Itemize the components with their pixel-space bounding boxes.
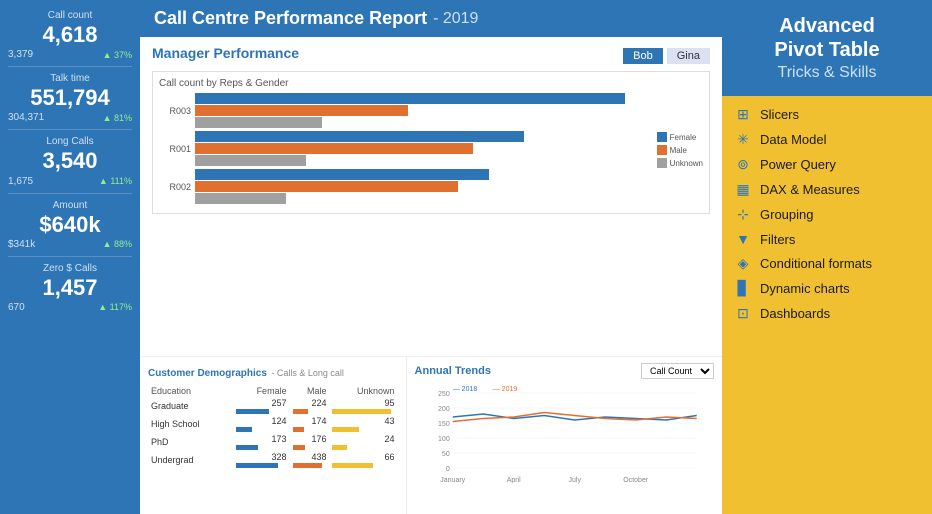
bar-legend: Female Male Unknown <box>657 93 703 207</box>
annual-trends-section: Annual Trends Call Count 0 50 100 150 200 250… <box>407 357 722 514</box>
left-sidebar: Call count 4,618 3,379 ▲ 37% Talk time 5… <box>0 0 140 514</box>
manager-buttons: Bob Gina <box>623 48 710 64</box>
svg-text:October: October <box>623 477 649 484</box>
right-header: AdvancedPivot Table Tricks & Skills <box>722 0 932 96</box>
manager-performance: Manager Performance Bob Gina Call count … <box>140 37 722 356</box>
right-item-label: Dashboards <box>760 306 830 321</box>
bar-row: R003 <box>159 93 651 128</box>
metric-sub: 1,675 ▲ 111% <box>8 176 132 187</box>
chart-label: Call count by Reps & Gender <box>159 78 703 89</box>
report-subtitle: - 2019 <box>433 10 478 28</box>
svg-text:150: 150 <box>438 421 450 428</box>
svg-text:100: 100 <box>438 436 450 443</box>
right-panel-item[interactable]: ⊚ Power Query <box>734 156 920 173</box>
metric-card: Amount $640k $341k ▲ 88% <box>8 200 132 257</box>
right-item-icon: ✳ <box>734 131 752 148</box>
svg-text:200: 200 <box>438 406 450 413</box>
right-item-icon: ⊚ <box>734 156 752 173</box>
demographics-table: EducationFemaleMaleUnknownGraduate257224… <box>148 385 398 469</box>
demo-row: Undergrad32843866 <box>148 451 398 469</box>
right-panel-item[interactable]: ▼ Filters <box>734 231 920 247</box>
demographics-header: Customer Demographics - Calls & Long cal… <box>148 363 398 381</box>
right-panel-item[interactable]: ◈ Conditional formats <box>734 255 920 272</box>
metric-label: Call count <box>8 10 132 21</box>
metric-value: 551,794 <box>8 86 132 110</box>
metric-card: Zero $ Calls 1,457 670 ▲ 117% <box>8 263 132 319</box>
main-area: Manager Performance Bob Gina Call count … <box>140 37 722 514</box>
svg-text:July: July <box>568 477 581 484</box>
bar-chart-container: Call count by Reps & Gender R003R001R002… <box>152 71 710 214</box>
report-header: Call Centre Performance Report - 2019 <box>140 0 722 37</box>
demographics-section: Customer Demographics - Calls & Long cal… <box>140 357 407 514</box>
metric-value: 3,540 <box>8 149 132 173</box>
demo-row: Graduate25722495 <box>148 397 398 415</box>
bar-row: R001 <box>159 131 651 166</box>
right-item-label: Data Model <box>760 132 826 147</box>
metric-sub: 304,371 ▲ 81% <box>8 112 132 123</box>
svg-text:April: April <box>506 477 520 484</box>
metric-label: Long Calls <box>8 136 132 147</box>
metric-value: 1,457 <box>8 276 132 300</box>
right-panel-item[interactable]: ⊹ Grouping <box>734 206 920 223</box>
metric-card: Long Calls 3,540 1,675 ▲ 111% <box>8 136 132 193</box>
right-item-icon: ◈ <box>734 255 752 272</box>
gina-button[interactable]: Gina <box>667 48 710 64</box>
right-item-label: DAX & Measures <box>760 182 860 197</box>
right-panel-item[interactable]: ⊡ Dashboards <box>734 305 920 322</box>
svg-text:0: 0 <box>445 466 449 473</box>
right-item-icon: ⊡ <box>734 305 752 322</box>
svg-text:— 2019: — 2019 <box>492 386 517 393</box>
metric-label: Zero $ Calls <box>8 263 132 274</box>
metric-value: $640k <box>8 213 132 237</box>
report-title: Call Centre Performance Report <box>154 8 427 29</box>
bob-button[interactable]: Bob <box>623 48 663 64</box>
right-item-label: Conditional formats <box>760 256 872 271</box>
metric-sub: 670 ▲ 117% <box>8 302 132 313</box>
line-chart-container: 0 50 100 150 200 250 January April July October — … <box>415 383 714 508</box>
right-items-list: ⊞ Slicers ✳ Data Model ⊚ Power Query ▦ D… <box>722 96 932 332</box>
trends-title: Annual Trends <box>415 365 491 377</box>
right-panel-item[interactable]: ▊ Dynamic charts <box>734 280 920 297</box>
demo-row: PhD17317624 <box>148 433 398 451</box>
metric-label: Amount <box>8 200 132 211</box>
metric-sub: 3,379 ▲ 37% <box>8 49 132 60</box>
right-panel-item[interactable]: ✳ Data Model <box>734 131 920 148</box>
metric-card: Talk time 551,794 304,371 ▲ 81% <box>8 73 132 130</box>
bar-chart: R003R001R002 <box>159 93 651 207</box>
svg-text:250: 250 <box>438 391 450 398</box>
svg-text:— 2018: — 2018 <box>452 386 477 393</box>
right-item-icon: ⊹ <box>734 206 752 223</box>
trends-dropdown[interactable]: Call Count <box>641 363 714 379</box>
right-item-label: Filters <box>760 232 795 247</box>
demographics-title: Customer Demographics - Calls & Long cal… <box>148 363 344 381</box>
manager-perf-title: Manager Performance <box>152 45 299 61</box>
metric-card: Call count 4,618 3,379 ▲ 37% <box>8 10 132 67</box>
right-item-icon: ▦ <box>734 181 752 198</box>
right-panel-item[interactable]: ⊞ Slicers <box>734 106 920 123</box>
right-item-label: Dynamic charts <box>760 281 850 296</box>
bottom-area: Customer Demographics - Calls & Long cal… <box>140 356 722 514</box>
right-panel-title: AdvancedPivot Table <box>734 14 920 62</box>
trends-header: Annual Trends Call Count <box>415 363 714 379</box>
right-panel-item[interactable]: ▦ DAX & Measures <box>734 181 920 198</box>
right-item-label: Slicers <box>760 107 799 122</box>
svg-text:January: January <box>440 477 465 484</box>
metric-label: Talk time <box>8 73 132 84</box>
right-item-icon: ▊ <box>734 280 752 297</box>
right-item-icon: ▼ <box>734 231 752 247</box>
right-item-label: Grouping <box>760 207 813 222</box>
bar-row: R002 <box>159 169 651 204</box>
metric-sub: $341k ▲ 88% <box>8 239 132 250</box>
right-panel: AdvancedPivot Table Tricks & Skills ⊞ Sl… <box>722 0 932 514</box>
metric-value: 4,618 <box>8 23 132 47</box>
demo-row: High School12417443 <box>148 415 398 433</box>
right-panel-subtitle: Tricks & Skills <box>734 64 920 82</box>
center-content: Call Centre Performance Report - 2019 Ma… <box>140 0 722 514</box>
right-item-label: Power Query <box>760 157 836 172</box>
svg-text:50: 50 <box>441 451 449 458</box>
right-item-icon: ⊞ <box>734 106 752 123</box>
